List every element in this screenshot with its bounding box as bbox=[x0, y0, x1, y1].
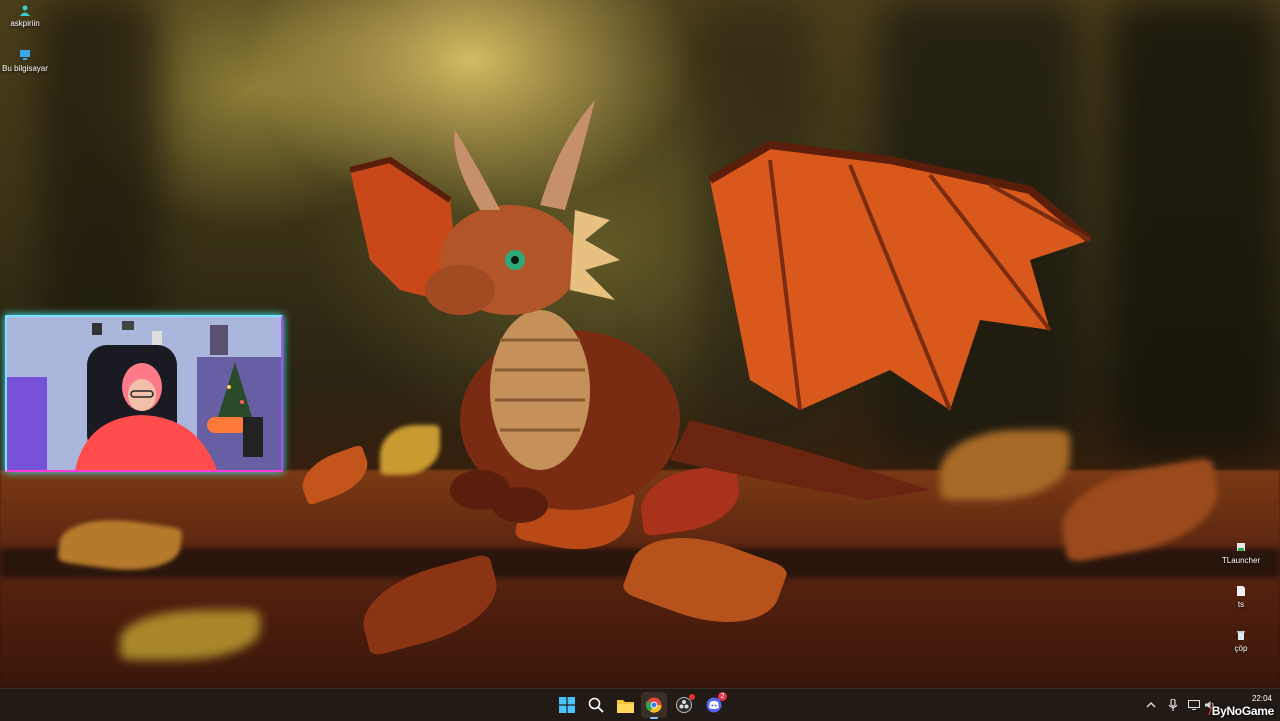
discord-button[interactable]: 2 bbox=[701, 692, 727, 718]
desktop-icon-recycle-bin[interactable]: çöp bbox=[1209, 629, 1273, 653]
display-icon[interactable] bbox=[1188, 700, 1200, 710]
desktop-icon-user[interactable]: askpiriin bbox=[0, 4, 57, 28]
desktop-icon-this-pc[interactable]: Bu bilgisayar bbox=[0, 49, 57, 73]
desktop-icon-label: ts bbox=[1237, 600, 1245, 609]
microphone-icon[interactable] bbox=[1168, 699, 1178, 711]
bg-tree-trunk bbox=[1110, 0, 1280, 460]
streamer-webcam-feed bbox=[7, 317, 281, 470]
folder-icon bbox=[616, 699, 634, 713]
recycle-bin-icon bbox=[1237, 631, 1245, 640]
clock[interactable]: 22:04 bbox=[1252, 693, 1272, 704]
search-icon bbox=[588, 697, 604, 713]
desktop-icon-ts[interactable]: ts bbox=[1209, 585, 1273, 609]
computer-icon bbox=[20, 50, 30, 60]
active-indicator bbox=[650, 717, 658, 719]
desktop-icon-label: Bu bilgisayar bbox=[2, 64, 48, 73]
start-button[interactable] bbox=[554, 692, 580, 718]
desktop-icon-label: TLauncher bbox=[1221, 556, 1261, 565]
notification-badge: 2 bbox=[718, 692, 727, 701]
chrome-button[interactable] bbox=[641, 692, 667, 719]
webcam-overlay bbox=[5, 315, 283, 472]
chrome-icon bbox=[646, 697, 662, 713]
dragon-illustration bbox=[349, 100, 1093, 523]
recording-dot bbox=[689, 694, 695, 700]
desktop-icon-label: çöp bbox=[1234, 644, 1248, 653]
desktop-icon-label: askpiriin bbox=[10, 19, 40, 28]
clock-time: 22:04 bbox=[1251, 694, 1272, 703]
chevron-up-icon[interactable] bbox=[1146, 700, 1156, 710]
search-button[interactable] bbox=[583, 692, 609, 718]
file-icon bbox=[1237, 586, 1245, 596]
taskbar: 2 22:04 bbox=[0, 688, 1280, 721]
file-explorer-button[interactable] bbox=[612, 692, 638, 718]
watermark-text: ByNoGame bbox=[1211, 704, 1275, 718]
watermark: /ByNoGame bbox=[1209, 704, 1275, 718]
desktop-icon-tlauncher[interactable]: TLauncher bbox=[1209, 541, 1273, 565]
windows-start-icon bbox=[559, 697, 575, 713]
obs-button[interactable] bbox=[671, 692, 697, 718]
user-folder-icon bbox=[20, 5, 30, 16]
tlauncher-icon bbox=[1237, 543, 1245, 551]
